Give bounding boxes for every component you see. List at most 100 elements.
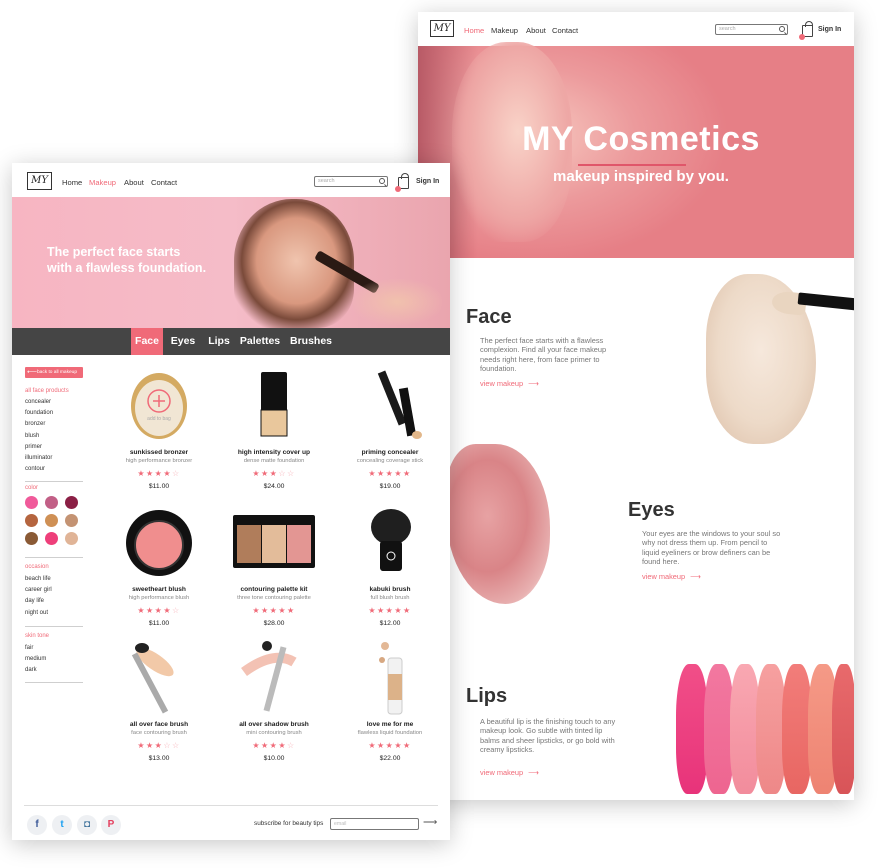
filter-item-dark[interactable]: dark <box>25 667 37 673</box>
home-navbar: MY Home Makeup About Contact search Sign In <box>418 12 854 46</box>
product-card[interactable]: priming concealer concealing coverage sti… <box>330 368 450 498</box>
product-subtitle: full blush brush <box>370 595 410 601</box>
product-card[interactable]: all over shadow brush mini contouring bru… <box>214 640 334 770</box>
tab-face[interactable]: Face <box>131 328 163 355</box>
filter-item-contour[interactable]: contour <box>25 466 45 472</box>
filter-item-concealer[interactable]: concealer <box>25 399 51 405</box>
color-swatch[interactable] <box>25 532 38 545</box>
filter-item-bronzer[interactable]: bronzer <box>25 421 45 427</box>
home-search-input[interactable]: search <box>715 24 788 35</box>
nav-link-home[interactable]: Home <box>464 26 484 35</box>
blush-compact-icon[interactable] <box>99 505 219 581</box>
color-swatch[interactable] <box>25 514 38 527</box>
product-card[interactable]: all over face brush face contouring brush… <box>99 640 219 770</box>
filter-item-primer[interactable]: primer <box>25 444 42 450</box>
view-makeup-face-link[interactable]: view makeup ⟶ <box>480 379 539 388</box>
pinterest-icon[interactable]: P <box>101 815 121 835</box>
star-filled-icon: ★ <box>163 606 172 615</box>
instagram-icon[interactable]: ◘ <box>77 815 97 835</box>
concealer-wand-icon[interactable] <box>330 368 450 444</box>
section-title-face: Face <box>466 306 512 328</box>
product-card[interactable]: sweetheart blush high performance blush ★★… <box>99 505 219 635</box>
color-swatch[interactable] <box>25 496 38 509</box>
makeup-search-input[interactable]: search <box>314 176 388 187</box>
home-logo[interactable]: MY <box>430 20 454 37</box>
view-makeup-eyes-link[interactable]: view makeup ⟶ <box>642 572 701 581</box>
filter-item-fair[interactable]: fair <box>25 645 33 651</box>
star-filled-icon: ★ <box>137 469 146 478</box>
product-name[interactable]: sweetheart blush <box>99 586 219 593</box>
nav-link-makeup[interactable]: Makeup <box>491 26 518 35</box>
submit-arrow-icon[interactable]: ⟶ <box>423 817 437 828</box>
banner-text: The perfect face starts with a flawless f… <box>47 245 207 275</box>
back-to-all-makeup-button[interactable]: back to all makeup <box>25 367 83 378</box>
product-card[interactable]: love me for me flawless liquid foundation… <box>330 640 450 770</box>
search-icon[interactable] <box>379 178 385 184</box>
filter-item-night-out[interactable]: night out <box>25 610 48 616</box>
filter-item-day-life[interactable]: day life <box>25 598 44 604</box>
filter-heading-face: all face products <box>25 388 69 394</box>
star-filled-icon: ★ <box>368 741 377 750</box>
product-price: $19.00 <box>379 483 401 490</box>
color-swatch[interactable] <box>45 496 58 509</box>
face-brush-icon[interactable] <box>99 640 219 716</box>
filter-item-medium[interactable]: medium <box>25 656 46 662</box>
color-swatch[interactable] <box>45 532 58 545</box>
hero-banner: MY Cosmetics makeup inspired by you. <box>418 42 854 258</box>
shadow-brush-icon[interactable] <box>214 640 334 716</box>
product-name[interactable]: all over face brush <box>99 721 219 728</box>
product-card[interactable]: kabuki brush full blush brush ★★★★★ $12.00 <box>330 505 450 635</box>
product-name[interactable]: high intensity cover up <box>214 449 334 456</box>
filter-item-beach-life[interactable]: beach life <box>25 576 51 582</box>
makeup-logo[interactable]: MY <box>27 172 52 190</box>
tab-palettes[interactable]: Palettes <box>237 328 283 355</box>
nav-link-about[interactable]: About <box>526 26 546 35</box>
shopping-bag-icon[interactable] <box>799 21 813 40</box>
color-swatch[interactable] <box>65 514 78 527</box>
facebook-icon[interactable]: f <box>27 815 47 835</box>
filter-item-foundation[interactable]: foundation <box>25 410 53 416</box>
product-name[interactable]: sunkissed bronzer <box>99 449 219 456</box>
tab-brushes[interactable]: Brushes <box>287 328 335 355</box>
shopping-bag-icon[interactable] <box>395 173 409 192</box>
product-card[interactable]: high intensity cover up dense matte found… <box>214 368 334 498</box>
tab-eyes[interactable]: Eyes <box>167 328 199 355</box>
foundation-bottle-icon[interactable] <box>214 368 334 444</box>
nav-link-about[interactable]: About <box>124 178 144 187</box>
color-swatch[interactable] <box>65 496 78 509</box>
product-name[interactable]: priming concealer <box>330 449 450 456</box>
product-name[interactable]: love me for me <box>330 721 450 728</box>
filter-item-career-girl[interactable]: career girl <box>25 587 52 593</box>
twitter-icon[interactable]: t <box>52 815 72 835</box>
section-text-lips: A beautiful lip is the finishing touch t… <box>480 717 616 755</box>
liquid-foundation-icon[interactable] <box>330 640 450 716</box>
makeup-signin-link[interactable]: Sign In <box>416 178 439 185</box>
search-icon[interactable] <box>779 26 785 32</box>
nav-link-makeup[interactable]: Makeup <box>89 178 116 187</box>
nav-link-contact[interactable]: Contact <box>151 178 177 187</box>
product-card[interactable]: add to bag sunkissed bronzer high performa… <box>99 368 219 498</box>
filter-item-illuminator[interactable]: illuminator <box>25 455 52 461</box>
arrow-right-icon: ⟶ <box>528 379 539 388</box>
nav-link-home[interactable]: Home <box>62 178 82 187</box>
color-swatch[interactable] <box>65 532 78 545</box>
view-makeup-lips-link[interactable]: view makeup ⟶ <box>480 768 539 777</box>
section-text-eyes: Your eyes are the windows to your soul s… <box>642 529 781 567</box>
product-name[interactable]: contouring palette kit <box>214 586 334 593</box>
nav-link-contact[interactable]: Contact <box>552 26 578 35</box>
tab-lips[interactable]: Lips <box>205 328 233 355</box>
star-filled-icon: ★ <box>252 606 261 615</box>
bronzer-compact-icon[interactable]: add to bag <box>99 368 219 444</box>
product-name[interactable]: all over shadow brush <box>214 721 334 728</box>
color-swatch[interactable] <box>45 514 58 527</box>
kabuki-brush-icon[interactable] <box>330 505 450 581</box>
add-to-bag-label[interactable]: add to bag <box>99 416 219 422</box>
filter-heading-skin-tone: skin tone <box>25 633 50 639</box>
home-signin-link[interactable]: Sign In <box>818 26 841 33</box>
filter-item-blush[interactable]: blush <box>25 433 39 439</box>
star-empty-icon: ☆ <box>172 606 181 615</box>
email-input[interactable]: email <box>330 818 419 830</box>
contour-palette-icon[interactable] <box>214 505 334 581</box>
product-name[interactable]: kabuki brush <box>330 586 450 593</box>
product-card[interactable]: contouring palette kit three tone contour… <box>214 505 334 635</box>
